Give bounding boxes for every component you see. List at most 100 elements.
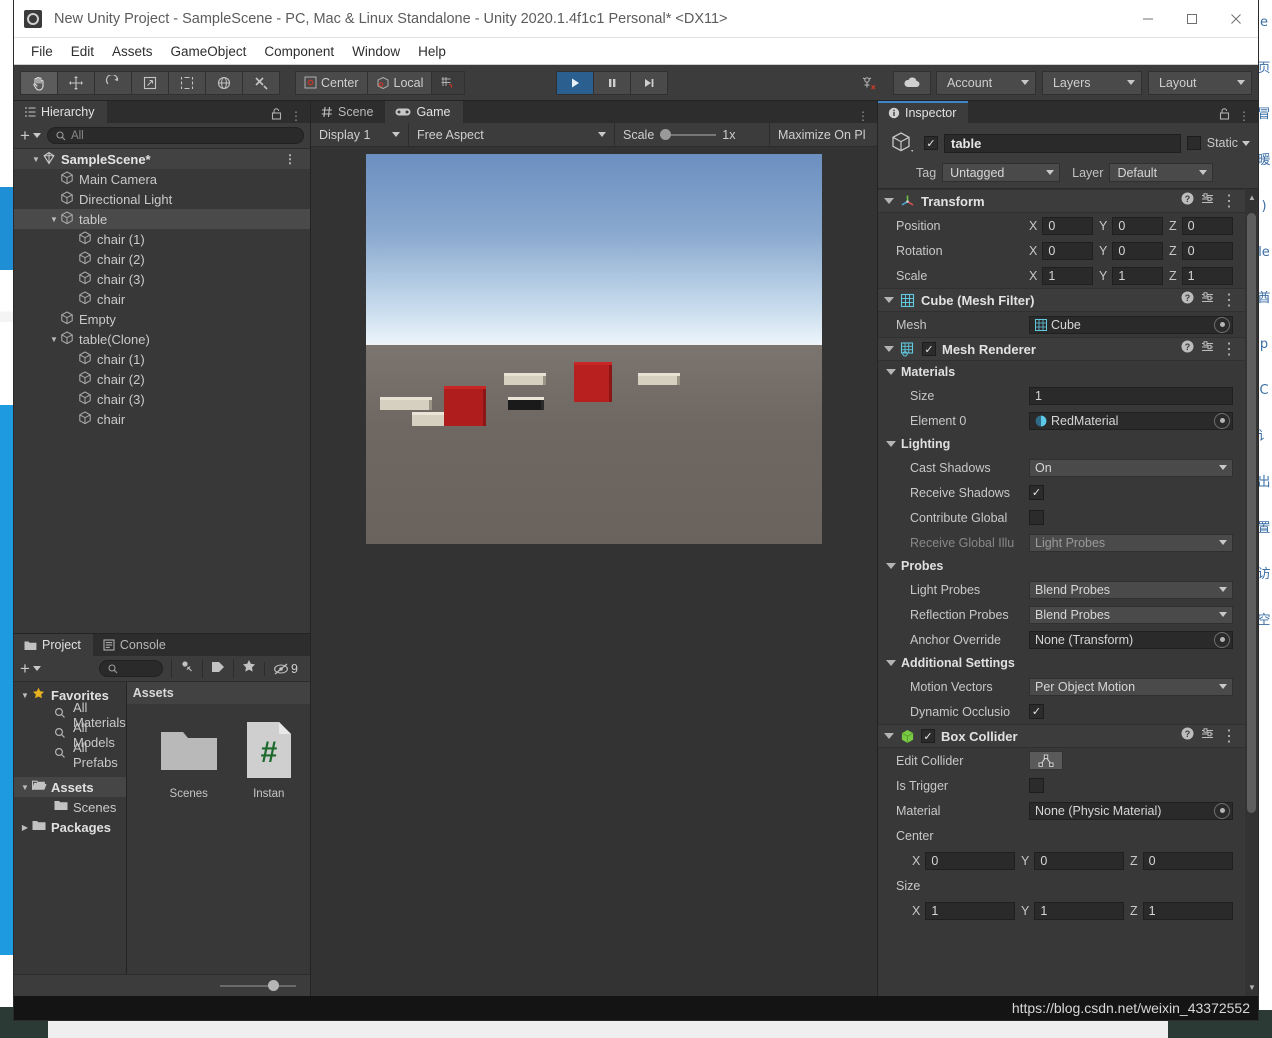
position-x-field[interactable]: 0 [1042,217,1093,235]
scale-knob[interactable] [660,129,671,140]
disclosure-triangle-icon[interactable]: ▼ [18,783,32,792]
value-y-field[interactable]: 0 [1034,852,1124,870]
object-picker-icon[interactable] [1214,317,1230,333]
menu-edit[interactable]: Edit [62,41,103,62]
mesh-object-field[interactable]: Cube [1029,316,1233,334]
component-header-mesh-renderer[interactable]: ✓Mesh Renderer ? ⋮ [878,337,1245,361]
section-header-lighting[interactable]: Lighting [878,433,1245,455]
game-menu-icon[interactable]: ⋮ [857,109,869,123]
game-view[interactable] [311,147,877,996]
hierarchy-item-chair[interactable]: chair [14,409,310,429]
component-menu-icon[interactable]: ⋮ [1221,191,1237,211]
display-dropdown[interactable]: Display 1 [311,123,409,147]
project-tree-item-assets[interactable]: ▼Assets [14,777,126,797]
asset-item-instan[interactable]: #Instan [233,718,305,800]
project-tree-item-scenes[interactable]: Scenes [14,797,126,817]
receive-global-illu-dropdown[interactable]: Light Probes [1029,534,1233,552]
component-header-box-collider[interactable]: ✓Box Collider ? ⋮ [878,724,1245,748]
size-field[interactable]: 1 [1029,387,1233,405]
lock-icon[interactable] [1219,108,1230,123]
section-header-additional-settings[interactable]: Additional Settings [878,652,1245,674]
hierarchy-item-main-camera[interactable]: Main Camera [14,169,310,189]
preset-icon[interactable] [1201,291,1214,309]
disclosure-triangle-icon[interactable] [886,660,896,666]
static-dropdown[interactable]: Static [1207,136,1250,150]
rotate-tool-icon[interactable] [94,71,132,95]
component-enabled-checkbox[interactable]: ✓ [922,342,936,356]
dynamic-occlusio-checkbox[interactable]: ✓ [1029,704,1044,719]
hierarchy-item-chair-1[interactable]: chair (1) [14,349,310,369]
hierarchy-item-samplescene[interactable]: ▼SampleScene*⋮ [14,149,310,169]
collab-icon[interactable] [850,71,888,95]
cast-shadows-dropdown[interactable]: On [1029,459,1233,477]
project-tree-item-all-prefabs[interactable]: All Prefabs [14,745,126,765]
game-render-surface[interactable] [366,154,822,544]
disclosure-triangle-icon[interactable]: ▼ [48,335,60,344]
aspect-dropdown[interactable]: Free Aspect [409,123,615,147]
preset-icon[interactable] [1201,727,1214,745]
inspector-scrollbar[interactable]: ▲ ▼ [1245,189,1258,996]
preset-icon[interactable] [1201,192,1214,210]
hierarchy-add-button[interactable]: + [20,126,41,146]
grid-snap-button[interactable] [431,71,465,95]
menu-window[interactable]: Window [343,41,409,62]
pivot-mode-button[interactable]: Center [295,71,368,95]
scale-x-field[interactable]: 1 [1042,267,1093,285]
object-picker-icon[interactable] [1214,803,1230,819]
static-checkbox[interactable] [1187,136,1201,150]
hierarchy-item-chair-3[interactable]: chair (3) [14,269,310,289]
tab-console[interactable]: Console [93,634,178,656]
scroll-down-arrow[interactable]: ▼ [1248,983,1256,992]
value-x-field[interactable]: 1 [925,902,1015,920]
material-object-field[interactable]: None (Physic Material) [1029,802,1233,820]
asset-item-scenes[interactable]: Scenes [153,718,225,800]
pause-button[interactable] [593,71,631,95]
rotation-y-field[interactable]: 0 [1112,242,1163,260]
position-y-field[interactable]: 0 [1112,217,1163,235]
disclosure-triangle-icon[interactable] [884,198,894,204]
help-icon[interactable]: ? [1181,192,1194,210]
hierarchy-item-table-clone[interactable]: ▼table(Clone) [14,329,310,349]
rotation-z-field[interactable]: 0 [1182,242,1233,260]
inspector-scroll-thumb[interactable] [1247,213,1256,813]
rotation-x-field[interactable]: 0 [1042,242,1093,260]
move-tool-icon[interactable] [57,71,95,95]
value-x-field[interactable]: 0 [925,852,1015,870]
hierarchy-item-table[interactable]: ▼table [14,209,310,229]
minimize-button[interactable] [1126,0,1170,38]
component-menu-icon[interactable]: ⋮ [1221,726,1237,746]
hierarchy-item-chair-2[interactable]: chair (2) [14,369,310,389]
value-z-field[interactable]: 1 [1143,902,1233,920]
tab-hierarchy[interactable]: Hierarchy [14,101,107,123]
scale-slider[interactable] [660,134,716,136]
hierarchy-item-chair-3[interactable]: chair (3) [14,389,310,409]
rect-tool-icon[interactable] [168,71,206,95]
disclosure-triangle-icon[interactable] [886,563,896,569]
component-header-transform[interactable]: Transform ? ⋮ [878,189,1245,213]
hidden-packages-indicator[interactable]: 9 [264,662,304,676]
object-picker-icon[interactable] [1214,413,1230,429]
help-icon[interactable]: ? [1181,340,1194,358]
filter-by-label-icon[interactable] [202,660,233,678]
scale-y-field[interactable]: 1 [1112,267,1163,285]
is-trigger-checkbox[interactable] [1029,778,1044,793]
hierarchy-item-empty[interactable]: Empty [14,309,310,329]
disclosure-triangle-icon[interactable]: ▶ [18,823,32,832]
layout-dropdown[interactable]: Layout [1148,71,1252,95]
step-button[interactable] [630,71,668,95]
zoom-knob[interactable] [268,980,279,991]
scale-tool-icon[interactable] [131,71,169,95]
section-header-probes[interactable]: Probes [878,555,1245,577]
inspector-menu-icon[interactable]: ⋮ [1238,109,1250,123]
scene-context-menu-icon[interactable]: ⋮ [284,152,296,166]
component-enabled-checkbox[interactable]: ✓ [921,729,935,743]
contribute-global-checkbox[interactable] [1029,510,1044,525]
play-button[interactable] [556,71,594,95]
object-picker-icon[interactable] [1214,632,1230,648]
hierarchy-search-input[interactable]: All [47,127,304,144]
close-button[interactable] [1214,0,1258,38]
scale-z-field[interactable]: 1 [1182,267,1233,285]
component-header-cube-mesh-filter[interactable]: Cube (Mesh Filter) ? ⋮ [878,288,1245,312]
help-icon[interactable]: ? [1181,727,1194,745]
project-add-button[interactable]: + [20,659,41,679]
